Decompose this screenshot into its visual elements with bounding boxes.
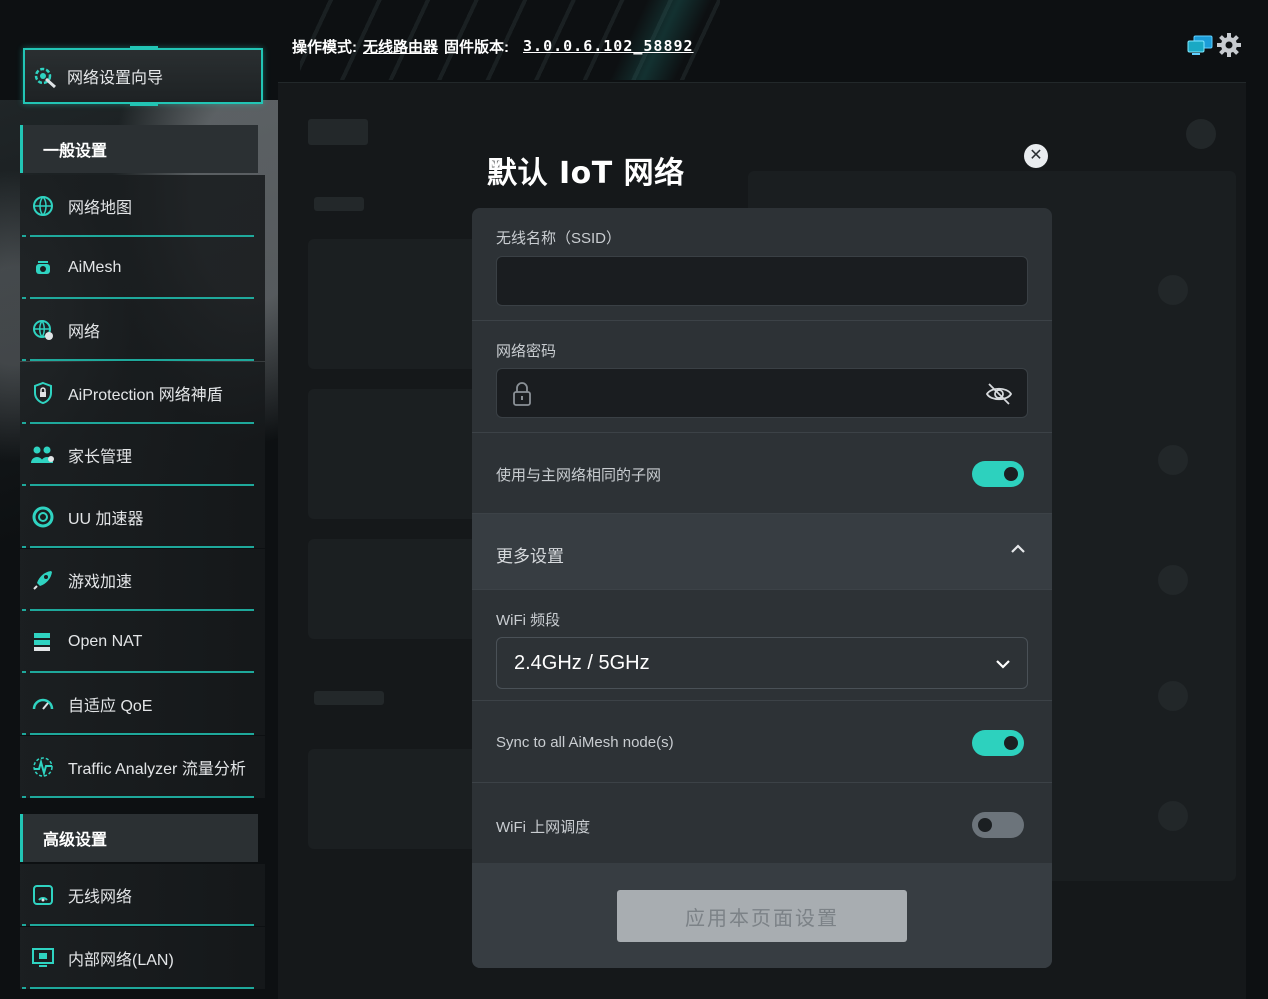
- sidebar-item-label: UU 加速器: [68, 511, 144, 528]
- ghost-icon: [1158, 681, 1188, 711]
- sidebar-item-label: AiProtection 网络神盾: [68, 387, 223, 404]
- ghost-label: [314, 691, 384, 705]
- wizard-label: 网络设置向导: [67, 70, 164, 87]
- sidebar-item-adaptive-qoe[interactable]: 自适应 QoE: [20, 673, 265, 735]
- iot-network-modal: 无线名称（SSID） 网络密码 使用与主网络相同的子网 更多设置 WiFi 频段…: [472, 208, 1052, 968]
- chevron-down-icon: [993, 654, 1013, 674]
- gauge-icon: [30, 691, 56, 717]
- password-input[interactable]: [496, 368, 1028, 418]
- ghost-icon: [1158, 801, 1188, 831]
- sync-aimesh-toggle[interactable]: [972, 730, 1024, 756]
- family-icon: [30, 442, 56, 468]
- sidebar-item-network-map[interactable]: 网络地图: [20, 175, 265, 237]
- lock-icon: [511, 381, 533, 412]
- sidebar-item-label: 网络: [68, 324, 101, 341]
- ghost-icon: [1158, 565, 1188, 595]
- sidebar-item-label: Traffic Analyzer 流量分析: [68, 761, 246, 778]
- sidebar-item-label: 无线网络: [68, 889, 133, 906]
- apply-button[interactable]: 应用本页面设置: [617, 890, 907, 942]
- sidebar-item-label: 自适应 QoE: [68, 698, 153, 715]
- ghost-icon: [1158, 445, 1188, 475]
- section-general-settings: 一般设置: [20, 125, 258, 173]
- ssid-input[interactable]: [496, 256, 1028, 306]
- sidebar-item-aimesh[interactable]: AiMesh: [20, 237, 265, 299]
- sidebar-item-game-boost[interactable]: 游戏加速: [20, 549, 265, 611]
- ghost-title: [308, 119, 368, 145]
- more-settings-header[interactable]: 更多设置: [472, 514, 1052, 590]
- traffic-analyzer-icon: [30, 754, 56, 780]
- aimesh-icon: [30, 255, 56, 281]
- sidebar-item-label: 家长管理: [68, 449, 133, 466]
- sidebar-item-label: AiMesh: [68, 259, 122, 276]
- password-row: 网络密码: [472, 321, 1052, 433]
- lan-monitor-icon: [30, 945, 56, 971]
- hide-password-icon[interactable]: [985, 381, 1013, 412]
- chevron-up-icon: [1008, 539, 1028, 559]
- sidebar-item-label: 游戏加速: [68, 574, 133, 591]
- sync-aimesh-row: Sync to all AiMesh node(s): [472, 701, 1052, 783]
- network-setup-wizard-button[interactable]: 网络设置向导: [23, 46, 263, 106]
- close-button[interactable]: ✕: [1024, 144, 1048, 168]
- sidebar-item-aiprotection[interactable]: AiProtection 网络神盾: [20, 362, 265, 424]
- wireless-icon: [30, 882, 56, 908]
- password-label: 网络密码: [496, 343, 557, 360]
- operation-mode-label: 操作模式:: [292, 38, 357, 56]
- sidebar-item-lan[interactable]: 内部网络(LAN): [20, 927, 265, 989]
- section-advanced-settings: 高级设置: [20, 814, 258, 862]
- firmware-version-link[interactable]: 3.0.0.6.102_58892: [523, 37, 694, 55]
- server-icon: [30, 629, 56, 655]
- wifi-schedule-toggle[interactable]: [972, 812, 1024, 838]
- operation-mode-link[interactable]: 无线路由器: [363, 36, 438, 57]
- wifi-band-label: WiFi 频段: [496, 612, 561, 629]
- wifi-band-row: WiFi 频段 2.4GHz / 5GHz: [472, 590, 1052, 701]
- network-status-icon[interactable]: [1186, 32, 1213, 58]
- close-icon: ✕: [1029, 147, 1043, 164]
- wifi-schedule-row: WiFi 上网调度: [472, 783, 1052, 863]
- sidebar-item-label: 网络地图: [68, 200, 133, 217]
- ghost-icon: [1158, 275, 1188, 305]
- network-globe-icon: [30, 317, 56, 343]
- more-settings-label: 更多设置: [496, 547, 564, 566]
- ghost-icon: [1186, 119, 1216, 149]
- same-subnet-toggle[interactable]: [972, 461, 1024, 487]
- same-subnet-label: 使用与主网络相同的子网: [496, 467, 662, 484]
- uu-accelerator-icon: [30, 504, 56, 530]
- sidebar-item-label: Open NAT: [68, 633, 143, 650]
- ghost-label: [314, 197, 364, 211]
- status-bar: 操作模式: 无线路由器 固件版本: 3.0.0.6.102_58892: [292, 36, 694, 56]
- firmware-label: 固件版本:: [444, 38, 510, 56]
- sidebar-item-wireless[interactable]: 无线网络: [20, 864, 265, 926]
- top-icons: [1186, 32, 1242, 58]
- sidebar-item-label: 内部网络(LAN): [68, 952, 174, 969]
- shield-lock-icon: [30, 380, 56, 406]
- ssid-label: 无线名称（SSID）: [496, 230, 622, 247]
- globe-map-icon: [30, 193, 56, 219]
- sidebar-item-uu-accelerator[interactable]: UU 加速器: [20, 486, 265, 548]
- sidebar-item-open-nat[interactable]: Open NAT: [20, 611, 265, 673]
- sidebar-item-network[interactable]: 网络: [20, 299, 265, 361]
- sidebar-item-parental-control[interactable]: 家长管理: [20, 424, 265, 486]
- wifi-band-value: 2.4GHz / 5GHz: [514, 651, 650, 674]
- same-subnet-row: 使用与主网络相同的子网: [472, 433, 1052, 514]
- modal-title: 默认 IoT 网络: [487, 156, 685, 191]
- rocket-icon: [30, 567, 56, 593]
- wifi-schedule-label: WiFi 上网调度: [496, 819, 591, 836]
- gear-icon[interactable]: [1216, 32, 1242, 58]
- ssid-row: 无线名称（SSID）: [472, 208, 1052, 321]
- sync-aimesh-label: Sync to all AiMesh node(s): [496, 734, 674, 751]
- wifi-band-select[interactable]: 2.4GHz / 5GHz: [496, 637, 1028, 689]
- sidebar-item-traffic-analyzer[interactable]: Traffic Analyzer 流量分析: [20, 736, 265, 798]
- wizard-icon: [31, 63, 57, 89]
